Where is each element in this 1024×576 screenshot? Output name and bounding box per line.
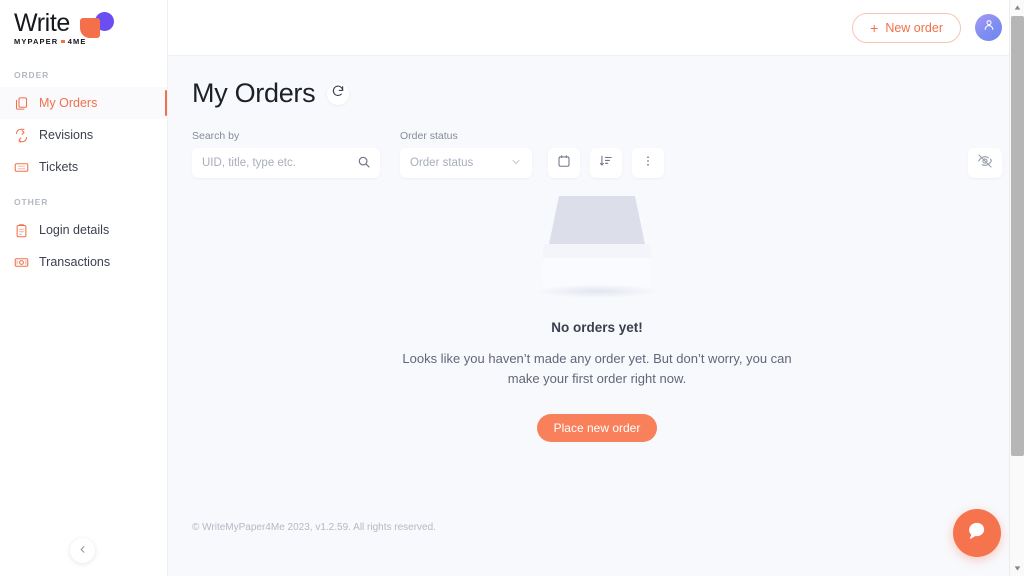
more-options-button[interactable] [632,148,664,178]
more-vertical-icon [641,154,655,173]
scrollbar-thumb[interactable] [1011,16,1024,456]
sidebar-collapse-button[interactable] [70,538,95,563]
sidebar-item-my-orders[interactable]: My Orders [0,87,167,119]
page-title: My Orders [192,78,316,108]
sort-button[interactable] [590,148,622,178]
empty-state-message: Looks like you haven’t made any order ye… [402,351,792,386]
date-filter-button[interactable] [548,148,580,178]
refresh-button[interactable] [327,82,350,105]
chat-widget-button[interactable] [953,509,1001,557]
sidebar-item-revisions[interactable]: Revisions [0,119,167,151]
documents-icon [14,96,29,111]
avatar[interactable] [975,14,1002,41]
sidebar-section-label-order: ORDER [14,70,50,80]
main-area: + New order My Orders Search by UID, tit… [168,0,1024,576]
logo-tagline-left: MYPAPER [14,37,59,46]
search-input[interactable] [202,157,352,169]
status-field-group: Order status Order status [400,130,532,178]
empty-inbox-illustration [521,196,673,298]
app-root: Write MYPAPER 4ME ORDER My Orders Revisi… [0,0,1024,576]
chevron-down-icon [510,156,522,171]
order-status-select[interactable]: Order status [400,148,532,178]
toggle-visibility-button[interactable] [968,148,1002,178]
eye-off-icon [977,153,993,174]
footer-copyright: © WriteMyPaper4Me 2023, v1.2.59. All rig… [192,522,436,533]
sidebar-section-label-other: OTHER [14,197,49,207]
filter-bar: Search by Order status [192,130,1002,178]
browser-scrollbar[interactable] [1009,0,1024,576]
logo-separator-dot [61,39,65,44]
page-title-row: My Orders [192,78,1002,109]
chat-bubble-icon [966,520,988,547]
sidebar-item-transactions[interactable]: Transactions [0,246,167,278]
search-field-group: Search by [192,130,380,178]
content-area: My Orders Search by UID, title, type etc… [168,56,1024,576]
search-box[interactable] [192,148,380,178]
sort-descending-icon [599,154,613,173]
scrollbar-up-arrow[interactable] [1010,0,1024,15]
chevron-left-icon [77,542,88,560]
new-order-label: New order [885,20,943,35]
logo-name: Write [14,9,70,37]
place-new-order-button[interactable]: Place new order [536,414,658,442]
calendar-icon [557,154,571,173]
logo[interactable]: Write MYPAPER 4ME [0,0,167,56]
user-icon [982,18,996,37]
sidebar-item-label: Login details [39,223,110,237]
logo-tagline: MYPAPER 4ME [14,37,86,46]
search-label: Search by [192,130,240,142]
sidebar: Write MYPAPER 4ME ORDER My Orders Revisi… [0,0,168,576]
sidebar-item-tickets[interactable]: Tickets [0,151,167,183]
ticket-icon [14,160,29,175]
sidebar-item-label: Revisions [39,128,94,142]
new-order-button[interactable]: + New order [852,12,961,43]
clipboard-icon [14,223,29,238]
sidebar-item-label: My Orders [39,96,98,110]
search-icon[interactable] [357,155,371,174]
sidebar-item-label: Transactions [39,255,111,269]
order-status-label: Order status [400,130,458,142]
logo-text-block: Write MYPAPER 4ME [14,9,114,46]
banknote-icon [14,255,29,270]
plus-icon: + [870,19,879,36]
sidebar-item-login-details[interactable]: Login details [0,214,167,246]
inbox-shadow [535,284,659,298]
sidebar-item-label: Tickets [39,160,79,174]
empty-state: No orders yet! Looks like you haven’t ma… [192,196,1002,442]
refresh-icon [331,84,345,103]
scrollbar-down-arrow[interactable] [1010,561,1024,576]
logo-tagline-right: 4ME [67,37,87,46]
empty-state-title: No orders yet! [551,320,643,335]
order-status-value: Order status [410,157,474,169]
topbar: + New order [168,0,1024,56]
refresh-loop-icon [14,128,29,143]
